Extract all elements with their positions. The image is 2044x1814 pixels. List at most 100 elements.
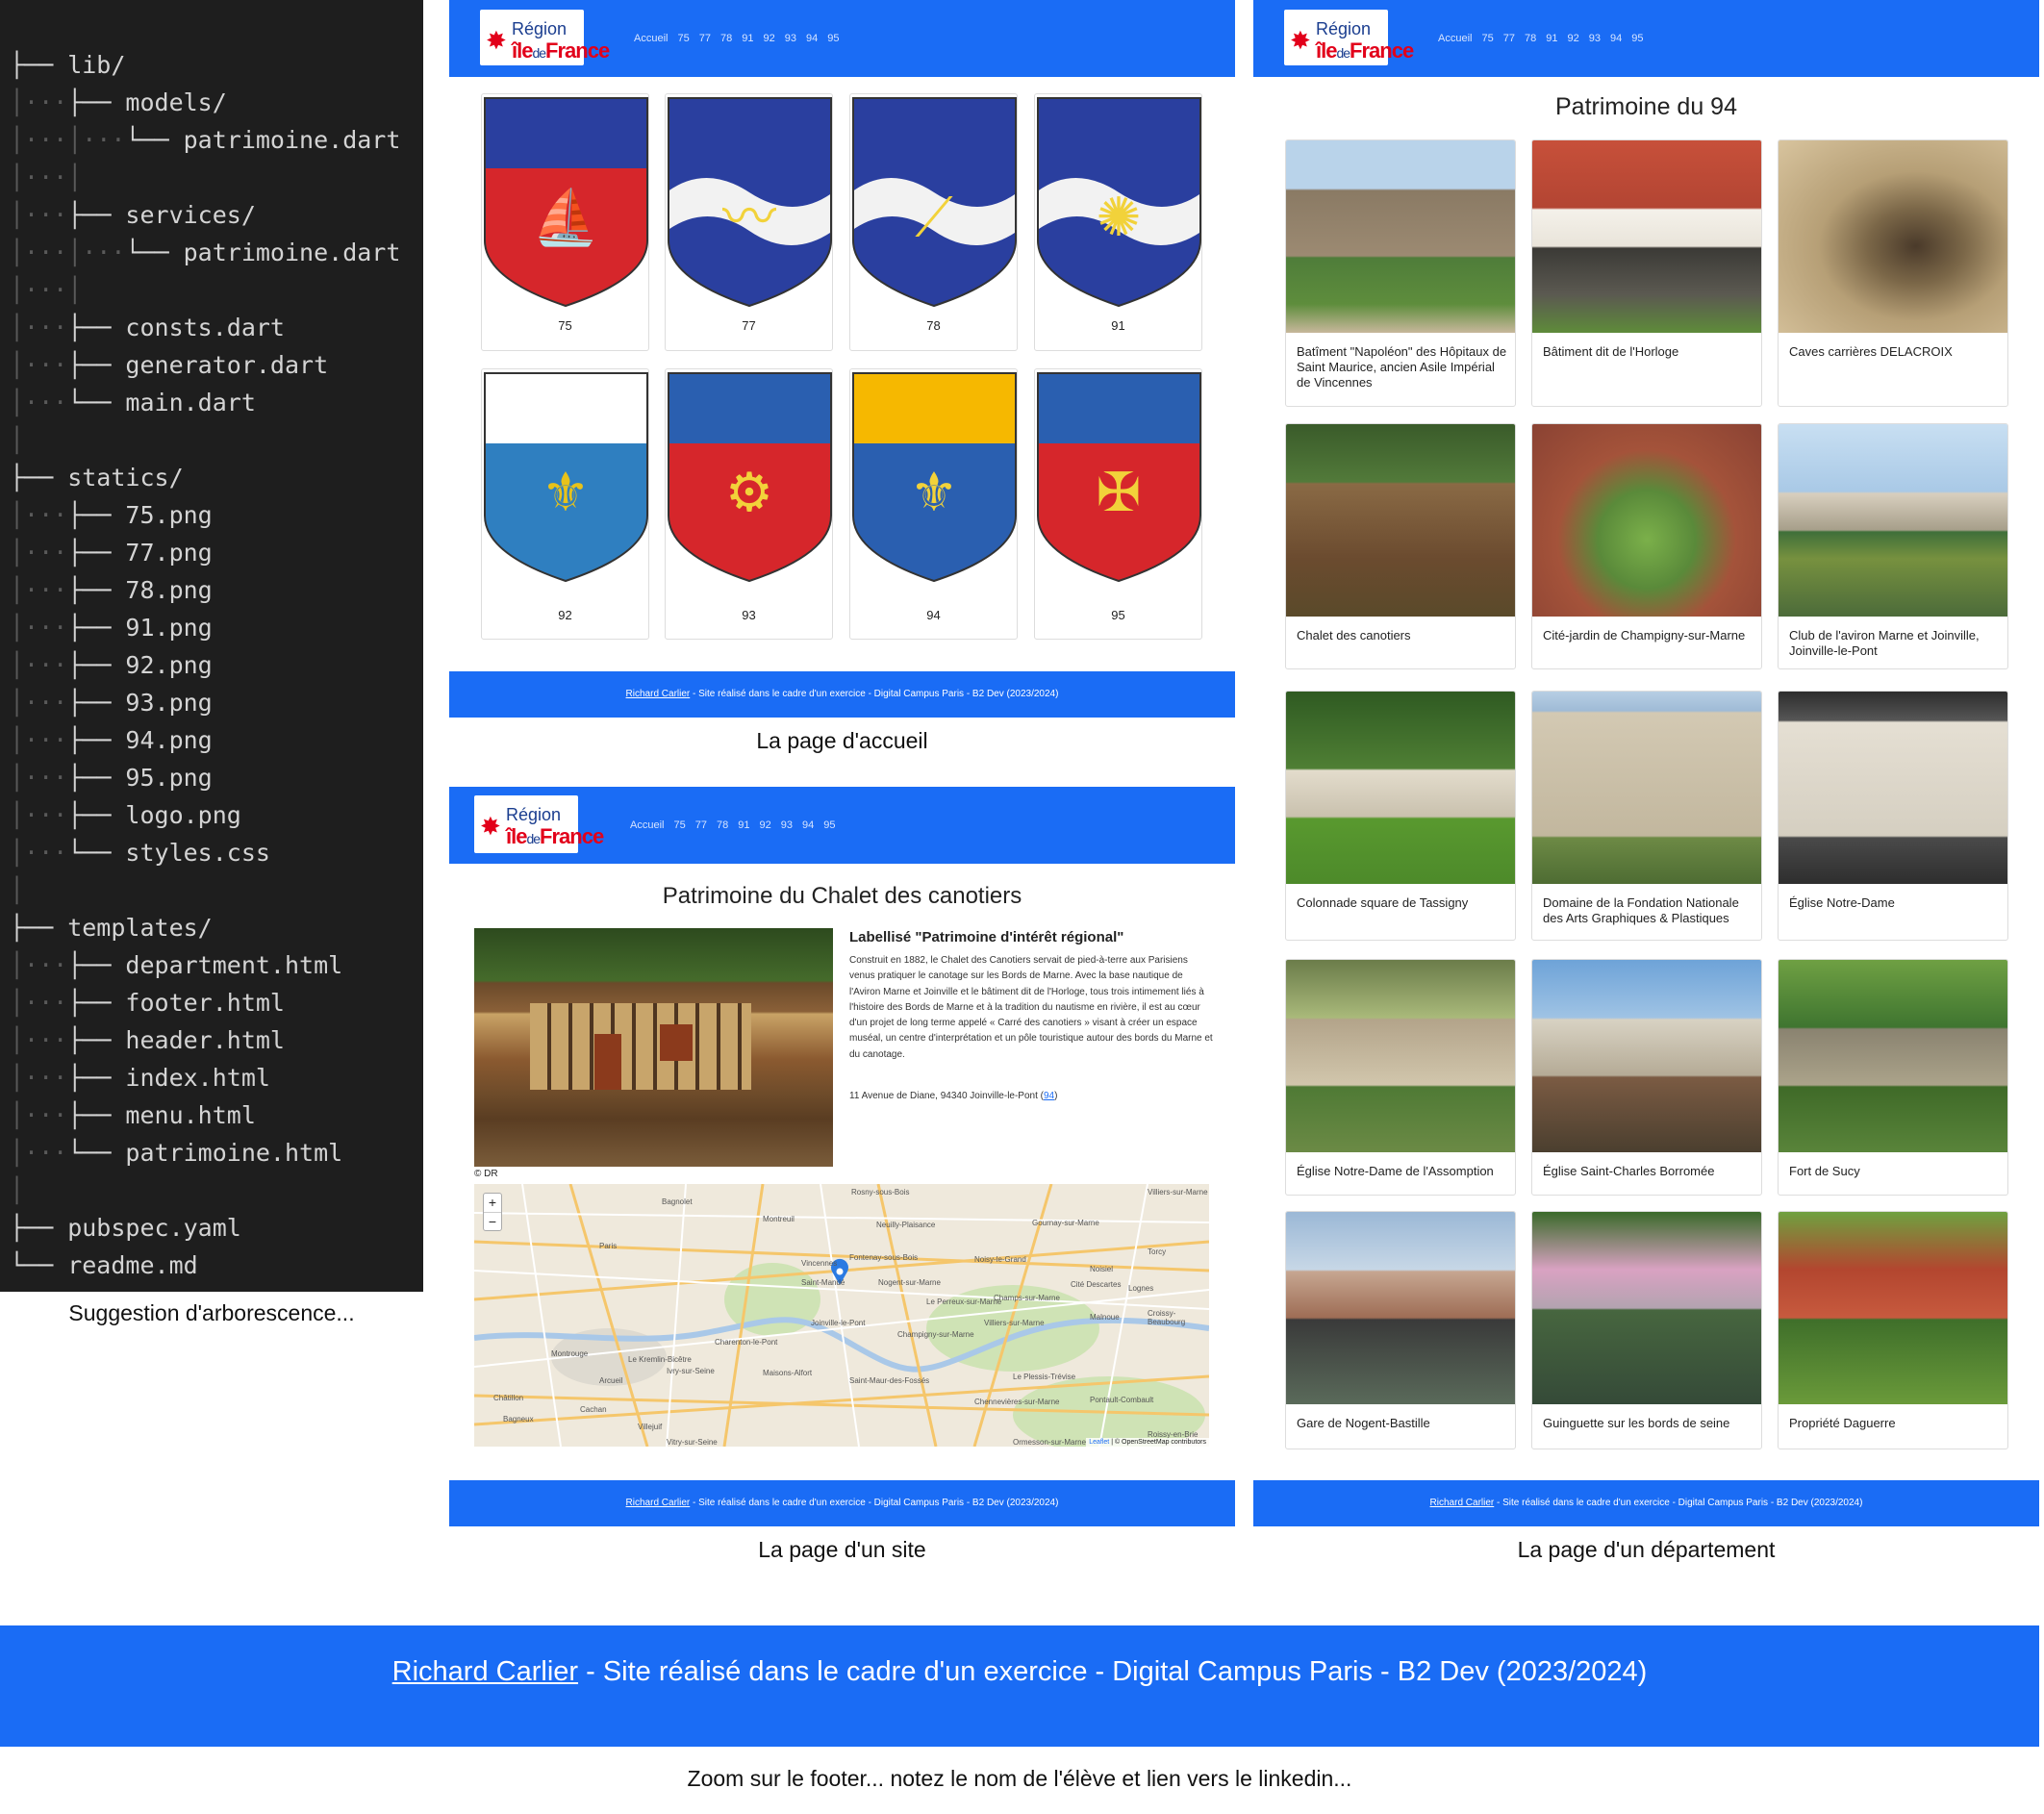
nav-link-92[interactable]: 92 — [1567, 33, 1578, 44]
nav-link-95[interactable]: 95 — [1631, 33, 1643, 44]
leaflet-link[interactable]: Leaflet — [1089, 1439, 1109, 1446]
patrimoine-card[interactable]: Guinguette sur les bords de seine — [1531, 1211, 1762, 1449]
zoom-out-button[interactable]: − — [484, 1213, 501, 1231]
department-card-91[interactable]: ✺ 91 — [1034, 93, 1202, 351]
patrimoine-card[interactable]: Propriété Daguerre — [1778, 1211, 2008, 1449]
tree-entry: │···├── footer.html — [10, 989, 285, 1017]
nav-link-91[interactable]: 91 — [738, 819, 749, 831]
nav-link-93[interactable]: 93 — [785, 33, 796, 44]
nav-home-link[interactable]: Accueil — [634, 33, 668, 44]
department-card-78[interactable]: ⟋ 78 — [849, 93, 1018, 351]
nav-link-95[interactable]: 95 — [823, 819, 835, 831]
author-link[interactable]: Richard Carlier — [392, 1656, 578, 1687]
nav-link-93[interactable]: 93 — [781, 819, 793, 831]
region-logo[interactable]: ✸ Région îledeFrance — [480, 10, 610, 65]
patrimoine-card[interactable]: Cité-jardin de Champigny-sur-Marne — [1531, 423, 1762, 669]
nav-link-78[interactable]: 78 — [720, 33, 732, 44]
patrimoine-card[interactable]: Chalet des canotiers — [1285, 423, 1516, 669]
map-label: Fontenay-sous-Bois — [849, 1253, 919, 1262]
patrimoine-name: Église Notre-Dame — [1789, 895, 1895, 910]
map-label: Charenton-le-Pont — [715, 1338, 778, 1347]
patrimoine-card[interactable]: Club de l'aviron Marne et Joinville, Joi… — [1778, 423, 2008, 669]
tree-entry: └── readme.md — [10, 1251, 198, 1279]
zoom-in-button[interactable]: + — [484, 1194, 501, 1213]
patrimoine-photo — [1532, 960, 1761, 1152]
nav-link-94[interactable]: 94 — [802, 819, 814, 831]
patrimoine-card[interactable]: Église Saint-Charles Borromée — [1531, 959, 1762, 1196]
patrimoine-photo — [1286, 1212, 1515, 1404]
footer-text: - Site réalisé dans le cadre d'un exerci… — [690, 1498, 1059, 1508]
site-header: ✸ Région îledeFrance Accueil 75 77 78 91 92 93… — [449, 787, 1235, 864]
patrimoine-card[interactable]: Caves carrières DELACROIX — [1778, 139, 2008, 407]
nav-link-94[interactable]: 94 — [806, 33, 818, 44]
patrimoine-card[interactable]: Église Notre-Dame — [1778, 691, 2008, 941]
nav-home-link[interactable]: Accueil — [1438, 33, 1472, 44]
region-logo[interactable]: ✸ Région îledeFrance — [1284, 10, 1414, 65]
department-number: 93 — [742, 608, 756, 622]
map-label: Nogent-sur-Marne — [878, 1278, 941, 1287]
department-card-95[interactable]: ✠ 95 — [1034, 368, 1202, 640]
nav-link-78[interactable]: 78 — [717, 819, 728, 831]
nav-link-77[interactable]: 77 — [695, 819, 707, 831]
tree-entry: ├── statics/ — [10, 464, 184, 491]
patrimoine-card[interactable]: Église Notre-Dame de l'Assomption — [1285, 959, 1516, 1196]
coat-of-arms-icon: ⚜ — [852, 372, 1017, 583]
author-link[interactable]: Richard Carlier — [1430, 1498, 1495, 1508]
map-label: Le Plessis-Trévise — [1013, 1373, 1076, 1381]
author-link[interactable]: Richard Carlier — [626, 1498, 691, 1508]
nav-link-75[interactable]: 75 — [1481, 33, 1493, 44]
department-card-75[interactable]: ⛵ 75 — [481, 93, 649, 351]
map-label: Joinville-le-Pont — [811, 1319, 866, 1327]
nav-link-92[interactable]: 92 — [763, 33, 774, 44]
patrimoine-photo — [1779, 424, 2007, 617]
region-logo[interactable]: ✸ Région îledeFrance — [474, 795, 604, 853]
svg-text:⟋: ⟋ — [915, 187, 953, 247]
department-card-92[interactable]: ⚜ 92 — [481, 368, 649, 640]
tree-entry: │···├── 93.png — [10, 689, 213, 717]
patrimoine-card[interactable]: Colonnade square de Tassigny — [1285, 691, 1516, 941]
nav-link-75[interactable]: 75 — [673, 819, 685, 831]
patrimoine-card[interactable]: Batîment "Napoléon" des Hôpitaux de Sain… — [1285, 139, 1516, 407]
map-label: Le Perreux-sur-Marne — [926, 1298, 1002, 1306]
nav-link-91[interactable]: 91 — [1546, 33, 1557, 44]
patrimoine-card[interactable]: Fort de Sucy — [1778, 959, 2008, 1196]
patrimoine-card[interactable]: Bâtiment dit de l'Horloge — [1531, 139, 1762, 407]
nav-link-94[interactable]: 94 — [1610, 33, 1622, 44]
coat-of-arms-icon: 〰 — [668, 97, 832, 308]
patrimoine-name: Bâtiment dit de l'Horloge — [1543, 344, 1679, 359]
caption-zoom: Zoom sur le footer... notez le nom de l'… — [687, 1766, 1352, 1791]
footer-text: - Site réalisé dans le cadre d'un exerci… — [578, 1656, 1648, 1687]
tree-entry: │···├── 77.png — [10, 539, 213, 567]
map-label: Vitry-sur-Seine — [667, 1438, 718, 1447]
nav-link-77[interactable]: 77 — [1503, 33, 1515, 44]
dept-footer: Richard Carlier - Site réalisé dans le c… — [1253, 1480, 2039, 1526]
nav-link-93[interactable]: 93 — [1589, 33, 1601, 44]
map-label: Champigny-sur-Marne — [897, 1330, 974, 1339]
nav-link-91[interactable]: 91 — [742, 33, 753, 44]
home-footer: Richard Carlier - Site réalisé dans le c… — [449, 671, 1235, 718]
department-card-93[interactable]: ⚙ 93 — [665, 368, 833, 640]
nav-home-link[interactable]: Accueil — [630, 819, 664, 831]
svg-text:⛵: ⛵ — [532, 187, 599, 248]
tree-entry: │···├── generator.dart — [10, 351, 329, 379]
nav-link-78[interactable]: 78 — [1525, 33, 1536, 44]
nav-link-75[interactable]: 75 — [677, 33, 689, 44]
map-label: Le Kremlin-Bicêtre — [628, 1355, 692, 1364]
department-card-77[interactable]: 〰 77 — [665, 93, 833, 351]
nav-link-92[interactable]: 92 — [759, 819, 770, 831]
patrimoine-photo — [1286, 692, 1515, 884]
department-link[interactable]: 94 — [1044, 1091, 1054, 1101]
nav-link-77[interactable]: 77 — [699, 33, 711, 44]
map[interactable]: Bagnolet Montreuil Rosny-sous-Bois Villiers… — [474, 1184, 1209, 1447]
patrimoine-photo — [1779, 692, 2007, 884]
patrimoine-card[interactable]: Gare de Nogent-Bastille — [1285, 1211, 1516, 1449]
patrimoine-photo — [1779, 960, 2007, 1152]
nav-link-95[interactable]: 95 — [827, 33, 839, 44]
map-label: Neuilly-Plaisance — [876, 1221, 936, 1229]
map-label: Saint-Mandé — [801, 1278, 845, 1287]
patrimoine-card[interactable]: Domaine de la Fondation Nationale des Ar… — [1531, 691, 1762, 941]
author-link[interactable]: Richard Carlier — [626, 689, 691, 699]
department-card-94[interactable]: ⚜ 94 — [849, 368, 1018, 640]
map-label: Maisons-Alfort — [763, 1369, 813, 1377]
coat-of-arms-icon: ⛵ — [484, 97, 648, 308]
